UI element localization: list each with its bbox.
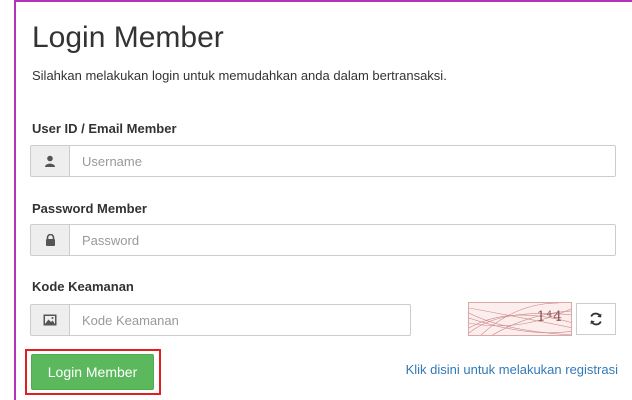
password-label: Password Member [32,201,147,216]
password-input[interactable] [70,225,615,255]
password-group [30,224,616,256]
username-input[interactable] [70,146,615,176]
page-title: Login Member [32,21,224,54]
refresh-captcha-button[interactable] [576,303,616,335]
login-panel [14,0,632,400]
image-icon [31,305,70,335]
login-button[interactable]: Login Member [31,354,154,390]
captcha-text: 1⁴4 [536,309,563,325]
refresh-icon [590,312,602,326]
register-link[interactable]: Klik disini untuk melakukan registrasi [406,362,618,377]
username-label: User ID / Email Member [32,121,177,136]
security-code-input[interactable] [70,305,410,335]
security-code-group [30,304,411,336]
captcha-image: 1⁴4 [468,302,572,336]
username-group [30,145,616,177]
security-code-label: Kode Keamanan [32,279,134,294]
lock-icon [31,225,70,255]
user-icon [31,146,70,176]
page-subtitle: Silahkan melakukan login untuk memudahka… [32,68,447,83]
